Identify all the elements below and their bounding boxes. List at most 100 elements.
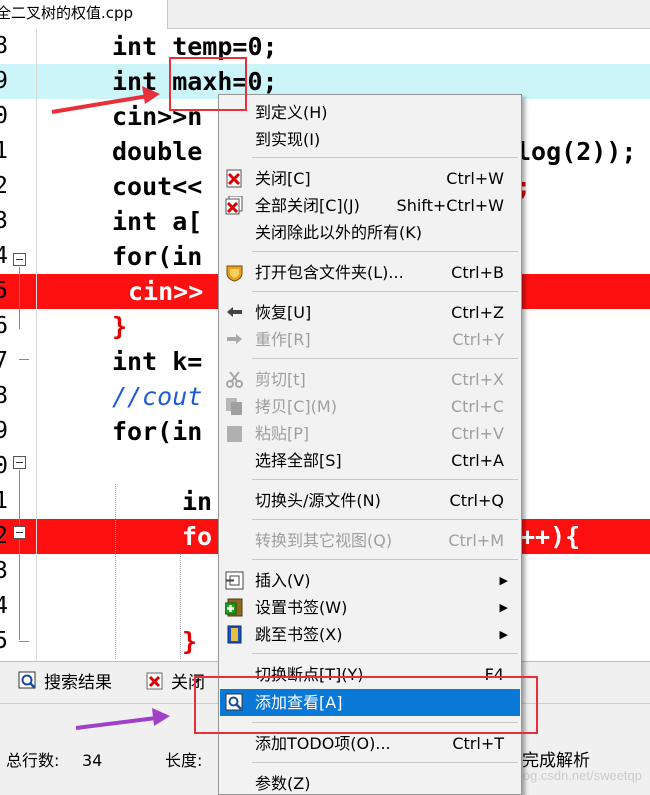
copy-icon [226,398,242,415]
code-text: ++){ [520,522,581,551]
file-tab[interactable]: 全二叉树的权值.cpp [0,0,168,29]
line-number: 1 [0,488,8,514]
menu-separator [252,653,518,654]
line-number: 8 [0,33,8,59]
folder-shield-icon [226,265,243,282]
line-number: 4 [0,593,8,619]
code-text: fo [182,522,213,551]
menu-item-set-bookmark[interactable]: 设置书签(W) ▶ [220,594,520,621]
line-number: 9 [0,68,8,94]
line-number: 6 [0,313,8,339]
fold-toggle-icon[interactable] [13,526,26,539]
line-number: 1 [0,138,8,164]
menu-separator [252,251,518,252]
code-text: cout<< [112,172,203,201]
annotation-highlight-box [169,57,247,111]
fold-end [19,359,29,360]
menu-item-redo[interactable]: 重作[R] Ctrl+Y [220,326,520,353]
gutter-separator [36,29,37,661]
line-number: 7 [0,348,8,374]
menu-item-switch-view[interactable]: 转换到其它视图(Q) Ctrl+M [220,527,520,554]
code-line: cout<< [112,169,202,204]
line-number: 3 [0,208,8,234]
line-number: 5 [0,278,8,304]
submenu-arrow-icon: ▶ [499,628,508,641]
code-text: log(2)); [516,137,637,166]
line-number: 4 [0,243,8,269]
code-line: //cout [112,379,202,414]
fold-line [19,267,20,329]
length-label: 长度: [165,751,203,770]
menu-item-toggle-header-source[interactable]: 切换头/源文件(N) Ctrl+Q [220,487,520,514]
code-line: for(in [112,239,202,274]
code-line: } [182,624,197,659]
code-text: } [182,627,198,656]
menu-item-parameters[interactable]: 参数(Z) [220,770,520,794]
code-line: double [112,134,202,169]
redo-icon [227,334,242,344]
code-text: double [112,137,203,166]
fold-line [19,470,20,525]
paste-icon [227,426,242,442]
undo-icon [227,307,242,317]
code-text: cin>> [128,277,204,306]
fold-line [19,540,20,640]
menu-item-goto-definition[interactable]: 到定义(H) [220,99,520,126]
annotation-highlight-box [194,676,538,734]
insert-icon [225,571,244,590]
indent-guide [180,554,181,659]
code-line: } [112,309,127,344]
code-line: ++){ [520,519,580,554]
total-lines-label: 总行数: [6,751,60,770]
code-line: int a[ [112,204,202,239]
search-results-icon [18,671,36,689]
menu-item-copy[interactable]: 拷贝[C](M) Ctrl+C [220,393,520,420]
code-text: //cout [112,382,203,411]
code-text: for(in [112,417,203,446]
menu-item-undo[interactable]: 恢复[U] Ctrl+Z [220,299,520,326]
menu-item-select-all[interactable]: 选择全部[S] Ctrl+A [220,447,520,474]
menu-item-paste[interactable]: 粘贴[P] Ctrl+V [220,420,520,447]
menu-item-goto-implementation[interactable]: 到实现(I) [220,126,520,153]
code-text: int a[ [112,207,203,236]
line-number: 2 [0,173,8,199]
fold-toggle-icon[interactable] [13,253,26,266]
add-bookmark-icon [225,598,243,617]
line-number: 9 [0,418,8,444]
menu-item-add-todo[interactable]: 添加TODO项(O)... Ctrl+T [220,730,520,757]
menu-item-close[interactable]: 关闭[C] Ctrl+W [220,165,520,192]
submenu-arrow-icon: ▶ [499,574,508,587]
menu-item-close-all[interactable]: 全部关闭[C](J) Shift+Ctrl+W [220,192,520,219]
line-number: 8 [0,383,8,409]
code-line: for(in [112,414,202,449]
menu-item-insert[interactable]: 插入(V) ▶ [220,567,520,594]
close-file-icon [226,169,242,188]
menu-item-cut[interactable]: 剪切[t] Ctrl+X [220,366,520,393]
fold-end [19,641,29,642]
code-text: in [182,487,213,516]
menu-separator [252,479,518,480]
menu-separator [252,157,518,158]
menu-item-goto-bookmark[interactable]: 跳至书签(X) ▶ [220,621,520,648]
code-line: log(2)); [516,134,636,169]
code-text: int k= [112,347,203,376]
file-tab-title: 全二叉树的权值.cpp [0,4,134,22]
menu-separator [252,559,518,560]
tab-search-results-label: 搜索结果 [44,673,112,693]
total-lines-value: 34 [82,751,103,770]
fold-toggle-icon[interactable] [13,456,26,469]
menu-separator [252,519,518,520]
code-text: } [112,312,128,341]
code-line: int k= [112,344,202,379]
menu-item-close-others[interactable]: 关闭除此以外的所有(K) [220,219,520,246]
tab-search-results[interactable]: 搜索结果 [18,668,112,698]
goto-bookmark-icon [227,625,242,644]
menu-separator [252,762,518,763]
close-all-icon [225,196,243,215]
code-text: for(in [112,242,203,271]
indent-guide [115,484,116,659]
menu-item-open-folder[interactable]: 打开包含文件夹(L)... Ctrl+B [220,259,520,286]
line-number: 0 [0,453,8,479]
code-line: cin>> [128,274,203,309]
menu-separator [252,358,518,359]
